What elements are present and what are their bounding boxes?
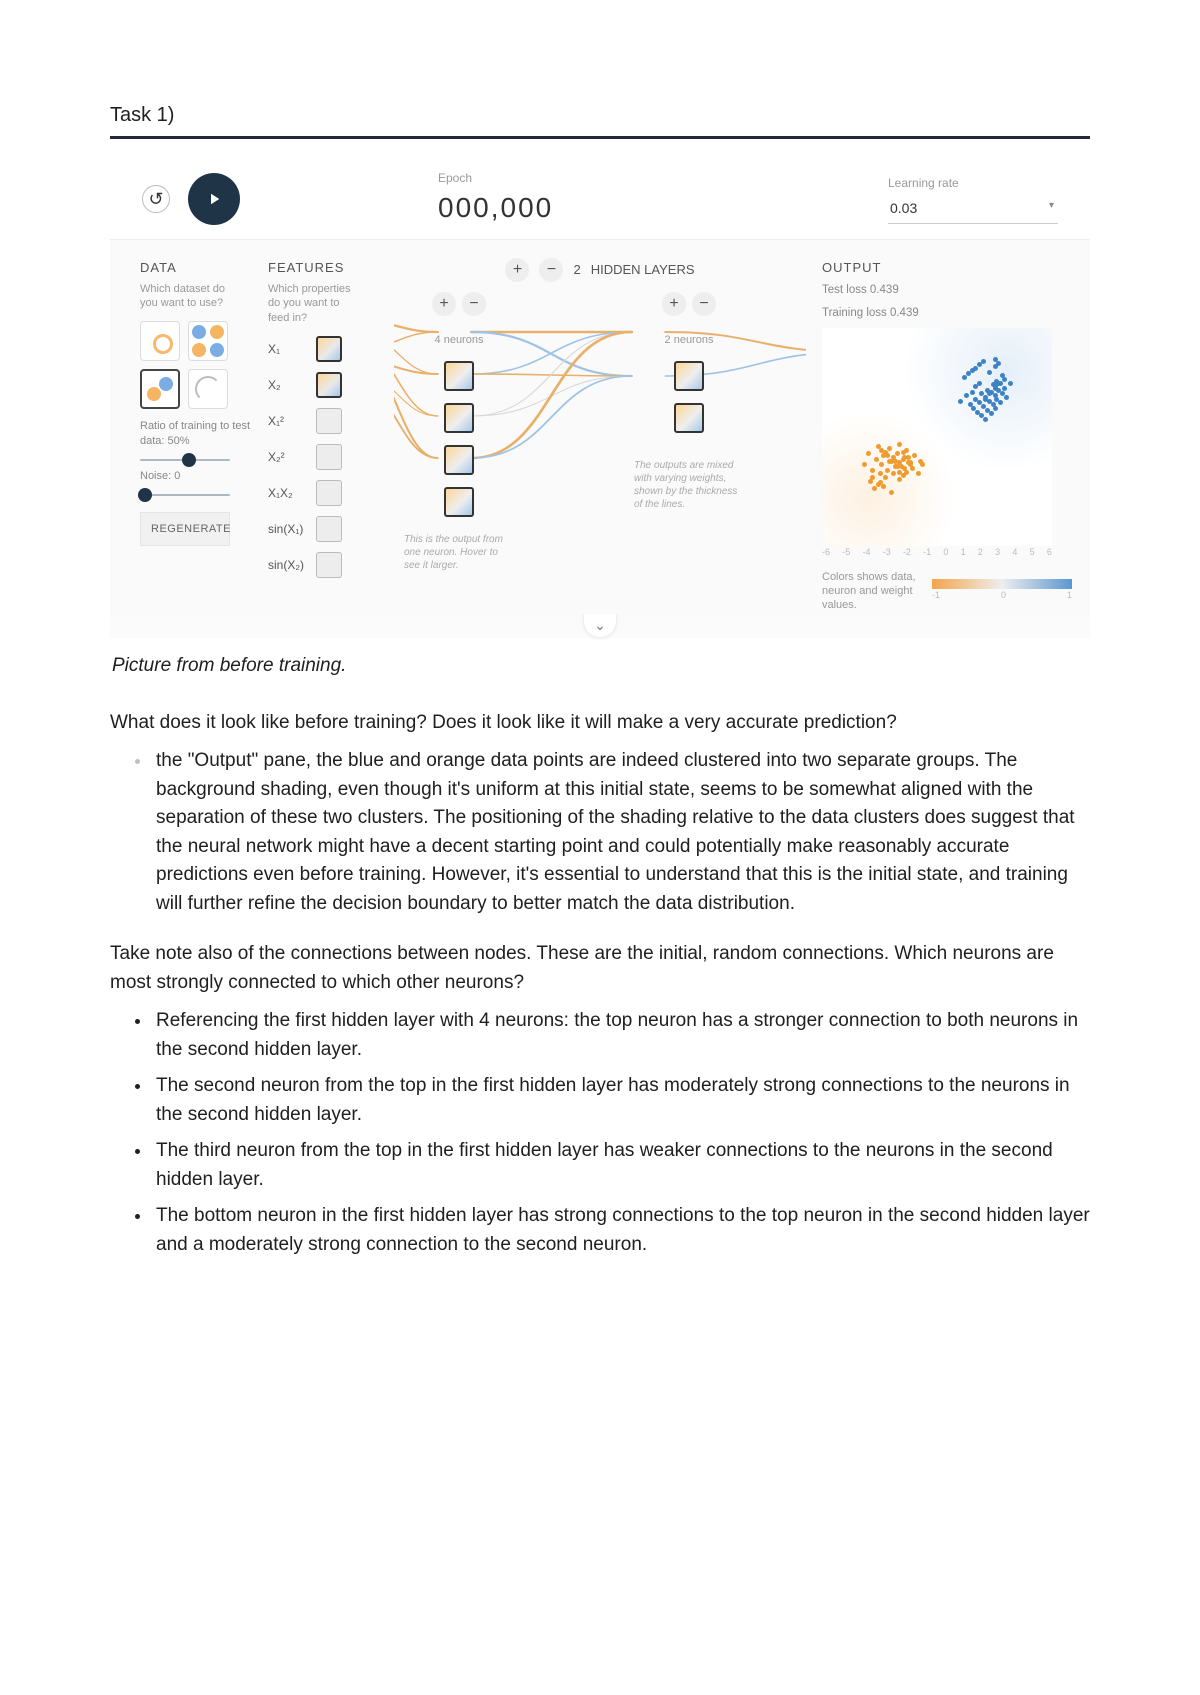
legend-max: 1 (1067, 589, 1072, 603)
answer-1-bullet: the "Output" pane, the blue and orange d… (152, 747, 1090, 918)
noise-slider[interactable] (140, 494, 230, 496)
play-button[interactable] (188, 173, 240, 225)
feature-label: X₁² (268, 412, 308, 430)
epoch-block: Epoch 000,000 (438, 169, 553, 229)
answer-2-bullet: The bottom neuron in the first hidden la… (152, 1202, 1090, 1259)
task-heading: Task 1) (110, 100, 1090, 130)
feature-label: X₁ (268, 340, 308, 358)
neuron[interactable] (444, 445, 474, 475)
layer1-caption: 4 neurons (435, 332, 484, 349)
reset-button[interactable]: ↺ (142, 185, 170, 213)
dataset-circle[interactable] (140, 321, 180, 361)
layer2-caption: 2 neurons (665, 332, 714, 349)
learning-rate-label: Learning rate (888, 174, 1058, 192)
dataset-xor[interactable] (188, 321, 228, 361)
expand-toggle[interactable]: ⌄ (583, 614, 617, 638)
dataset-spiral[interactable] (188, 369, 228, 409)
training-loss: Training loss 0.439 (822, 305, 1072, 322)
output-x-axis: -6-5-4-3-2-10123456 (822, 546, 1052, 560)
output-title: OUTPUT (822, 258, 1072, 278)
playground-figure: ↺ Epoch 000,000 Learning rate 0.03 DATA … (110, 157, 1090, 638)
figure-caption: Picture from before training. (112, 652, 1090, 681)
feature-thumb (316, 480, 342, 506)
add-neuron-button[interactable]: + (432, 292, 456, 316)
question-2: Take note also of the connections betwee… (110, 940, 1090, 997)
feature-thumb (316, 516, 342, 542)
feature-sinx2[interactable]: sin(X₂) (268, 552, 378, 578)
answer-2-bullet: The second neuron from the top in the fi… (152, 1072, 1090, 1129)
neuron[interactable] (674, 361, 704, 391)
feature-thumb (316, 372, 342, 398)
remove-neuron-button[interactable]: − (462, 292, 486, 316)
feature-x1[interactable]: X₁ (268, 336, 378, 362)
data-subtitle: Which dataset do you want to use? (140, 282, 230, 312)
neuron[interactable] (444, 487, 474, 517)
weights-note: The outputs are mixed with varying weigh… (634, 459, 744, 511)
remove-neuron-button[interactable]: − (692, 292, 716, 316)
legend-text: Colors shows data, neuron and weight val… (822, 570, 922, 613)
data-column: DATA Which dataset do you want to use? R… (140, 258, 252, 612)
legend-min: -1 (932, 589, 940, 603)
legend-gradient (932, 579, 1072, 589)
network-column: + − 2 HIDDEN LAYERS (394, 258, 806, 612)
output-plot: 6543210-1-2-3-4-5-6 (822, 328, 1052, 546)
neuron-note: This is the output from one neuron. Hove… (404, 533, 514, 572)
hidden-count: 2 (573, 260, 580, 280)
ratio-slider[interactable] (140, 459, 230, 461)
noise-label: Noise: 0 (140, 469, 252, 484)
answer-2-list: Referencing the first hidden layer with … (152, 1007, 1090, 1259)
layer-columns: + − 4 neurons This is the output from on… (394, 292, 806, 572)
output-column: OUTPUT Test loss 0.439 Training loss 0.4… (822, 258, 1072, 612)
hidden-label: HIDDEN LAYERS (591, 260, 695, 280)
epoch-label: Epoch (438, 169, 553, 187)
neuron[interactable] (444, 403, 474, 433)
feature-x2sq[interactable]: X₂² (268, 444, 378, 470)
hidden-layers-bar: + − 2 HIDDEN LAYERS (394, 258, 806, 282)
hidden-layer-2: + − 2 neurons The outputs are mixed with… (634, 292, 744, 572)
question-1: What does it look like before training? … (110, 709, 1090, 738)
feature-thumb (316, 552, 342, 578)
feature-label: sin(X₁) (268, 520, 308, 538)
ratio-label: Ratio of training to test data: 50% (140, 419, 252, 449)
feature-sinx1[interactable]: sin(X₁) (268, 516, 378, 542)
feature-label: X₁X₂ (268, 484, 308, 502)
playground-topbar: ↺ Epoch 000,000 Learning rate 0.03 (110, 157, 1090, 240)
feature-thumb (316, 336, 342, 362)
add-layer-button[interactable]: + (505, 258, 529, 282)
feature-label: sin(X₂) (268, 556, 308, 574)
learning-rate-block: Learning rate 0.03 (888, 174, 1058, 224)
epoch-value: 000,000 (438, 187, 553, 229)
data-title: DATA (140, 258, 252, 278)
play-icon (205, 190, 223, 208)
learning-rate-select[interactable]: 0.03 (888, 192, 1058, 224)
neuron[interactable] (674, 403, 704, 433)
feature-thumb (316, 444, 342, 470)
legend-mid: 0 (1001, 589, 1006, 603)
answer-2-bullet: Referencing the first hidden layer with … (152, 1007, 1090, 1064)
answer-2-bullet: The third neuron from the top in the fir… (152, 1137, 1090, 1194)
test-loss: Test loss 0.439 (822, 282, 1072, 299)
answer-1-list: the "Output" pane, the blue and orange d… (152, 747, 1090, 918)
output-legend: Colors shows data, neuron and weight val… (822, 570, 1072, 613)
feature-label: X₂² (268, 448, 308, 466)
features-title: FEATURES (268, 258, 378, 278)
feature-x2[interactable]: X₂ (268, 372, 378, 398)
feature-x1x2[interactable]: X₁X₂ (268, 480, 378, 506)
dataset-grid (140, 321, 252, 409)
feature-x1sq[interactable]: X₁² (268, 408, 378, 434)
neuron[interactable] (444, 361, 474, 391)
hidden-layer-1: + − 4 neurons This is the output from on… (404, 292, 514, 572)
feature-label: X₂ (268, 376, 308, 394)
regenerate-button[interactable]: REGENERATE (140, 512, 230, 547)
remove-layer-button[interactable]: − (539, 258, 563, 282)
playground-body: DATA Which dataset do you want to use? R… (110, 240, 1090, 616)
task-divider (110, 136, 1090, 139)
features-subtitle: Which properties do you want to feed in? (268, 282, 358, 327)
add-neuron-button[interactable]: + (662, 292, 686, 316)
dataset-gaussian[interactable] (140, 369, 180, 409)
features-column: FEATURES Which properties do you want to… (268, 258, 378, 612)
feature-thumb (316, 408, 342, 434)
